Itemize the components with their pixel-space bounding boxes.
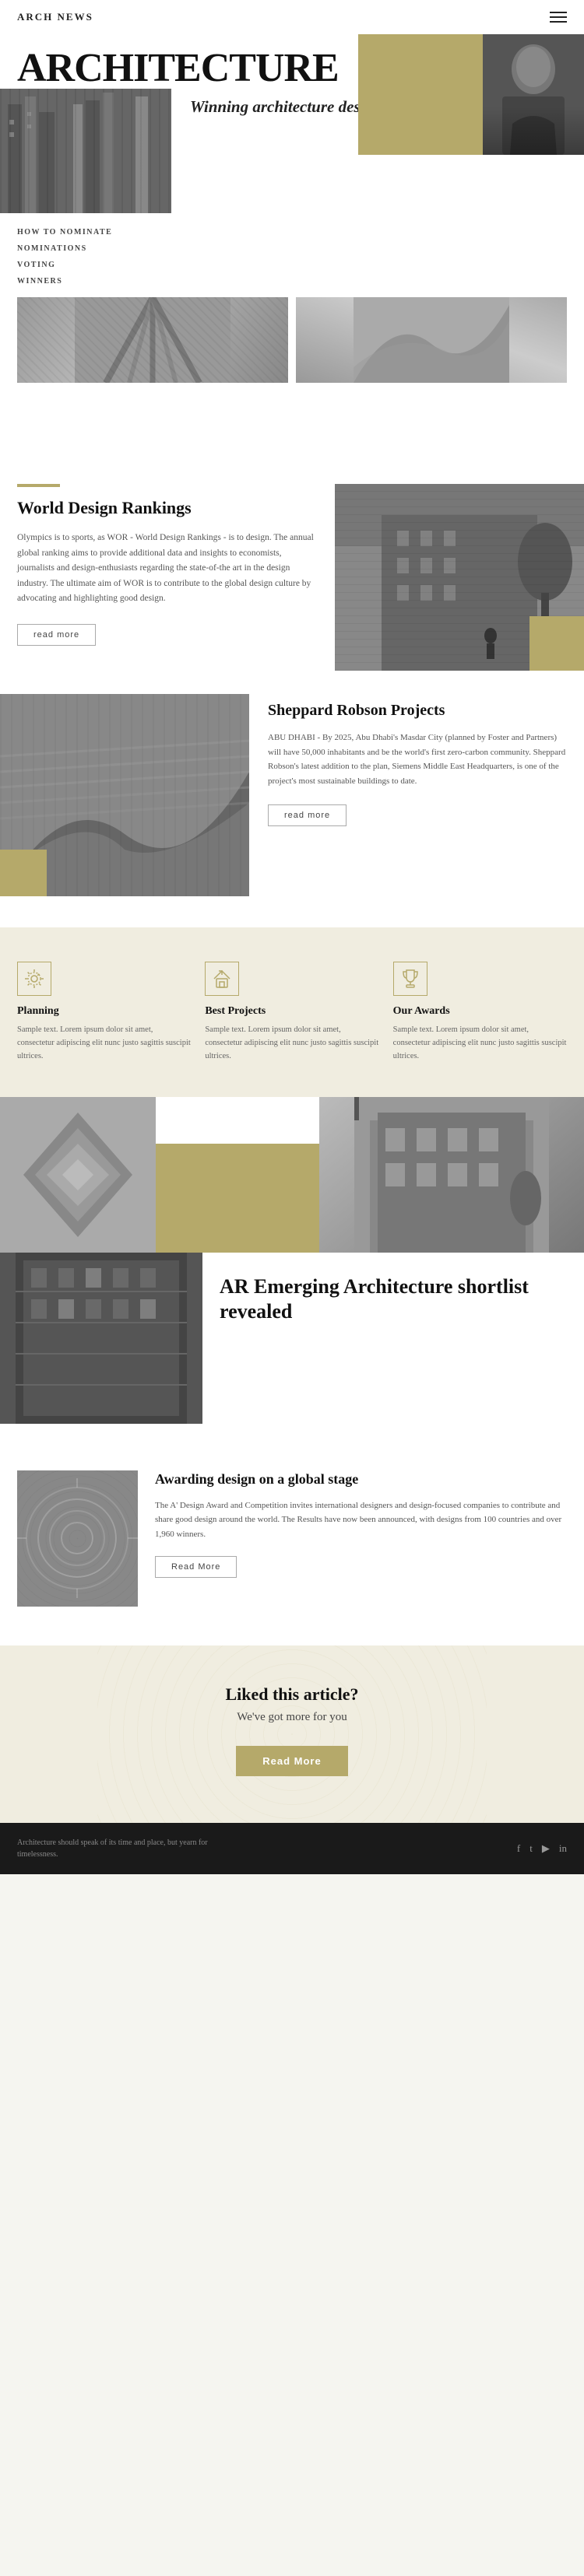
spacer-2 — [0, 1424, 584, 1439]
hamburger-menu[interactable] — [550, 12, 567, 23]
sheppard-gold-accent — [0, 850, 47, 896]
ar-image-right — [319, 1097, 584, 1253]
awards-icon — [393, 962, 427, 996]
award-read-more-button[interactable]: Read More — [155, 1556, 237, 1578]
ar-title: AR Emerging Architecture shortlist revea… — [220, 1274, 567, 1323]
hero-person-image — [483, 34, 584, 155]
award-section: Awarding design on a global stage The A'… — [0, 1439, 584, 1645]
feature-awards-text: Sample text. Lorem ipsum dolor sit amet,… — [393, 1024, 567, 1063]
hero-detail-image-1 — [17, 297, 288, 383]
planning-icon — [17, 962, 51, 996]
sheppard-title: Sheppard Robson Projects — [268, 702, 567, 720]
sheppard-image-area — [0, 694, 249, 896]
award-title: Awarding design on a global stage — [155, 1470, 567, 1488]
footer-text: Architecture should speak of its time an… — [17, 1837, 208, 1860]
cta-subtitle: We've got more for you — [17, 1711, 567, 1724]
best-projects-icon — [205, 962, 239, 996]
award-image — [17, 1470, 138, 1607]
ar-section: AR Emerging Architecture shortlist revea… — [0, 1097, 584, 1424]
linkedin-icon[interactable]: in — [559, 1842, 567, 1855]
wdr-gold-accent — [529, 616, 584, 671]
feature-awards: Our Awards Sample text. Lorem ipsum dolo… — [393, 962, 567, 1063]
ar-image-left — [0, 1097, 156, 1253]
hero-section: ARCHITECTURE — [0, 34, 584, 429]
sheppard-body: ABU DHABI - By 2025, Abu Dhabi's Masdar … — [268, 731, 567, 789]
wdr-gold-bar — [17, 484, 60, 487]
award-body: The A' Design Award and Competition invi… — [155, 1498, 567, 1542]
hero-building-image — [0, 89, 171, 213]
ar-bottom: AR Emerging Architecture shortlist revea… — [0, 1253, 584, 1424]
footer-socials: f t ▶ in — [517, 1842, 567, 1855]
hero-navigation: HOW TO NOMINATE NOMINATIONS VOTING WINNE… — [0, 213, 584, 289]
feature-best-projects: Best Projects Sample text. Lorem ipsum d… — [205, 962, 378, 1063]
footer-line-1: Architecture should speak of its time an… — [17, 1838, 208, 1847]
features-section: Planning Sample text. Lorem ipsum dolor … — [0, 927, 584, 1097]
feature-planning: Planning Sample text. Lorem ipsum dolor … — [17, 962, 191, 1063]
cta-section: Liked this article? We've got more for y… — [0, 1645, 584, 1823]
hero-detail-image-2 — [296, 297, 567, 383]
hero-bottom-images — [0, 297, 584, 383]
sheppard-section: Sheppard Robson Projects ABU DHABI - By … — [0, 671, 584, 927]
feature-awards-title: Our Awards — [393, 1005, 567, 1018]
cta-title: Liked this article? — [17, 1684, 567, 1705]
feature-planning-title: Planning — [17, 1005, 191, 1018]
spacer-1 — [0, 429, 584, 453]
hero-nav-item-3[interactable]: VOTING — [17, 257, 567, 273]
twitter-icon[interactable]: t — [529, 1842, 533, 1855]
wdr-title: World Design Rankings — [17, 498, 318, 518]
wdr-read-more-button[interactable]: read more — [17, 624, 96, 646]
facebook-icon[interactable]: f — [517, 1842, 520, 1855]
sheppard-content: Sheppard Robson Projects ABU DHABI - By … — [249, 694, 584, 896]
footer-line-2: timelessness. — [17, 1850, 58, 1859]
ar-bottom-text: AR Emerging Architecture shortlist revea… — [202, 1253, 584, 1424]
wdr-body: Olympics is to sports, as WOR - World De… — [17, 531, 318, 607]
feature-planning-text: Sample text. Lorem ipsum dolor sit amet,… — [17, 1024, 191, 1063]
ar-bottom-image — [0, 1253, 202, 1424]
feature-best-title: Best Projects — [205, 1005, 378, 1018]
ar-top-images — [0, 1097, 584, 1253]
award-content: Awarding design on a global stage The A'… — [155, 1470, 567, 1607]
footer: Architecture should speak of its time an… — [0, 1823, 584, 1874]
ar-gold-mid — [156, 1144, 319, 1253]
youtube-icon[interactable]: ▶ — [542, 1842, 550, 1855]
hero-nav-item-1[interactable]: HOW TO NOMINATE — [17, 224, 567, 240]
hero-nav-item-4[interactable]: WINNERS — [17, 273, 567, 289]
site-logo: ARCH NEWS — [17, 11, 93, 23]
wdr-content: World Design Rankings Olympics is to spo… — [0, 484, 335, 671]
hero-nav-item-2[interactable]: NOMINATIONS — [17, 240, 567, 257]
wdr-image-area — [335, 484, 584, 671]
sheppard-read-more-button[interactable]: read more — [268, 804, 347, 826]
wdr-section: World Design Rankings Olympics is to spo… — [0, 453, 584, 671]
cta-button[interactable]: Read More — [236, 1746, 347, 1776]
feature-best-text: Sample text. Lorem ipsum dolor sit amet,… — [205, 1024, 378, 1063]
features-row: Planning Sample text. Lorem ipsum dolor … — [17, 962, 567, 1063]
hero-gold-decoration — [358, 34, 483, 155]
header: ARCH NEWS — [0, 0, 584, 34]
